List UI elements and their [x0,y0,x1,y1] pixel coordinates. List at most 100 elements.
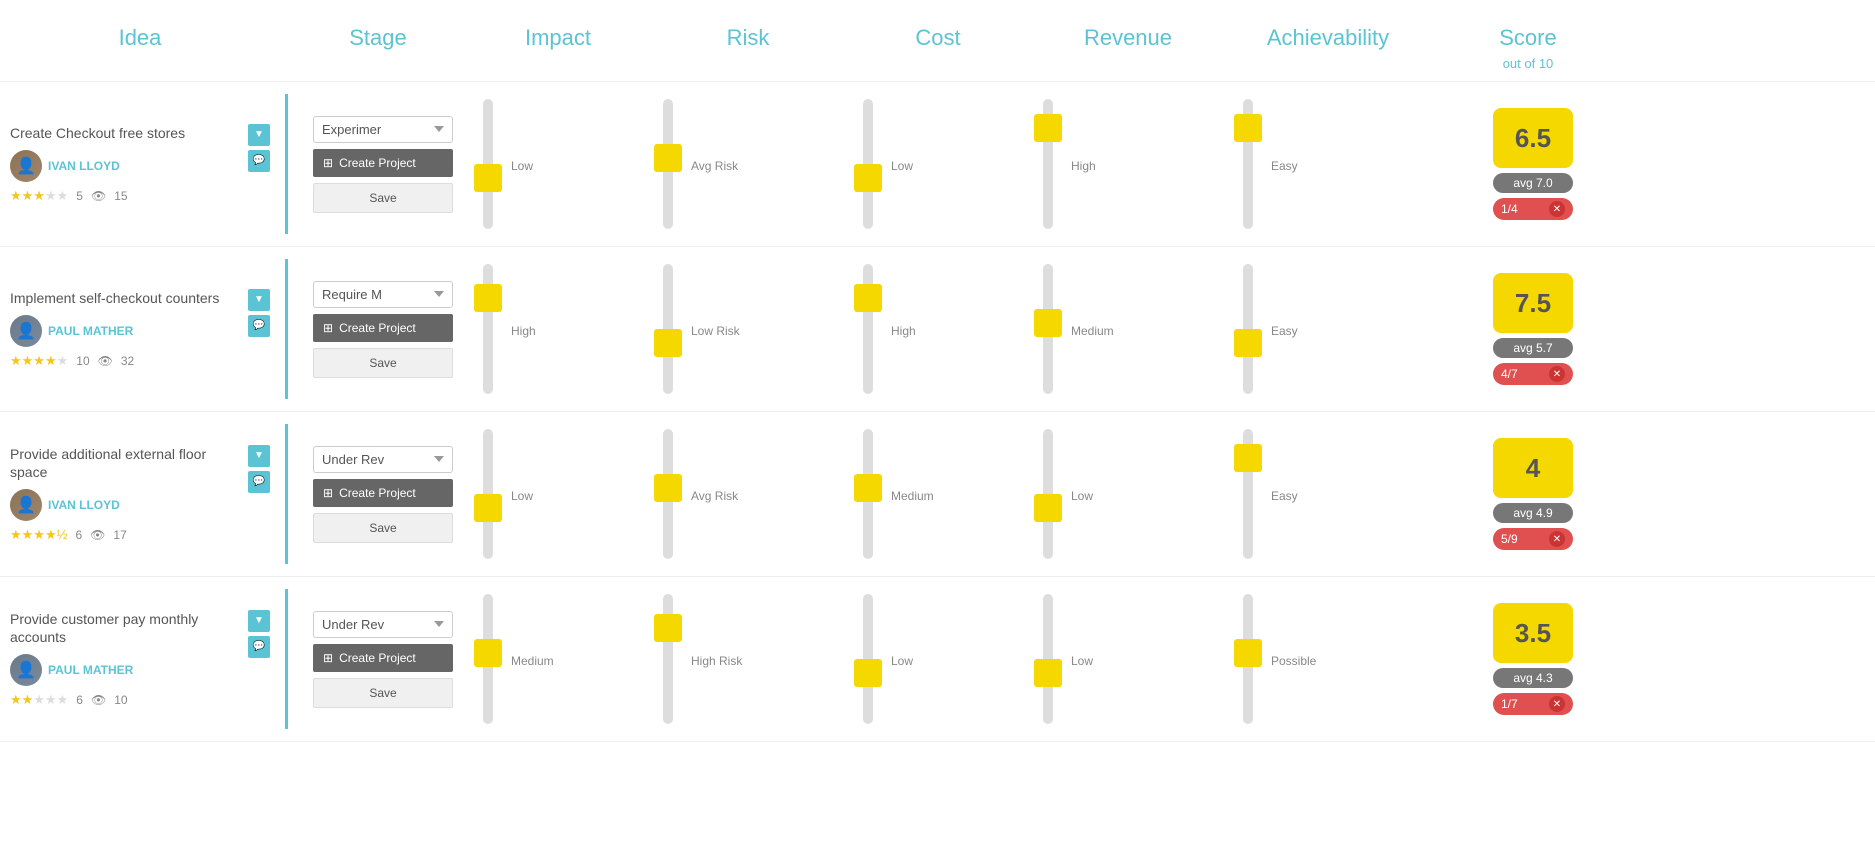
idea-btn-comment-3[interactable]: 💬 [248,471,270,493]
risk-slider-4[interactable] [653,594,683,724]
idea-meta-2: ★★★★★ 10 👁 32 [10,353,244,369]
cost-thumb-4[interactable] [854,659,882,687]
col-header-cost: Cost [848,10,1028,56]
risk-thumb-2[interactable] [654,329,682,357]
revenue-slider-4[interactable] [1033,594,1063,724]
stage-save-btn-1[interactable]: Save [313,183,453,213]
impact-slider-wrapper-3: Low [473,429,653,559]
impact-thumb-1[interactable] [474,164,502,192]
idea-btn-chevron-1[interactable]: ▼ [248,124,270,146]
cost-thumb-2[interactable] [854,284,882,312]
achievability-col-3: Easy [1233,429,1433,559]
idea-text-area-4: Provide customer pay monthly accounts 👤 … [10,610,244,708]
idea-buttons-2[interactable]: ▼ 💬 [248,289,270,337]
stage-create-btn-1[interactable]: ⊞ Create Project [313,149,453,177]
revenue-thumb-4[interactable] [1034,659,1062,687]
achievability-thumb-1[interactable] [1234,114,1262,142]
cost-thumb-1[interactable] [854,164,882,192]
risk-thumb-4[interactable] [654,614,682,642]
idea-buttons-3[interactable]: ▼ 💬 [248,445,270,493]
risk-label-3: Avg Risk [691,489,738,503]
impact-slider-4[interactable] [473,594,503,724]
risk-slider-wrapper-1: Avg Risk [653,99,853,229]
cost-slider-wrapper-2: High [853,264,1033,394]
revenue-slider-2[interactable] [1033,264,1063,394]
risk-label-1: Avg Risk [691,159,738,173]
idea-btn-chevron-2[interactable]: ▼ [248,289,270,311]
revenue-label-2: Medium [1071,324,1114,338]
achievability-slider-2[interactable] [1233,264,1263,394]
cost-slider-2[interactable] [853,264,883,394]
eye-icon-3: 👁 [90,528,105,542]
achievability-thumb-4[interactable] [1234,639,1262,667]
stage-create-btn-4[interactable]: ⊞ Create Project [313,644,453,672]
impact-slider-wrapper-1: Low [473,99,653,229]
idea-btn-chevron-3[interactable]: ▼ [248,445,270,467]
stage-create-btn-3[interactable]: ⊞ Create Project [313,479,453,507]
achievability-slider-wrapper-1: Easy [1233,99,1433,229]
eye-icon-1: 👁 [91,189,106,203]
revenue-slider-1[interactable] [1033,99,1063,229]
impact-slider-wrapper-4: Medium [473,594,653,724]
revenue-label-3: Low [1071,489,1093,503]
achievability-slider-3[interactable] [1233,429,1263,559]
stars-4: ★★★★★ [10,692,68,708]
idea-buttons-4[interactable]: ▼ 💬 [248,610,270,658]
risk-slider-3[interactable] [653,429,683,559]
cost-thumb-3[interactable] [854,474,882,502]
idea-btn-comment-1[interactable]: 💬 [248,150,270,172]
stage-save-btn-2[interactable]: Save [313,348,453,378]
cost-slider-1[interactable] [853,99,883,229]
impact-slider-3[interactable] [473,429,503,559]
revenue-thumb-1[interactable] [1034,114,1062,142]
stage-select-3[interactable]: Under Rev Experimenting Requires More [313,446,453,473]
risk-slider-2[interactable] [653,264,683,394]
stage-create-btn-2[interactable]: ⊞ Create Project [313,314,453,342]
impact-thumb-3[interactable] [474,494,502,522]
revenue-thumb-2[interactable] [1034,309,1062,337]
data-rows: Create Checkout free stores 👤 IVAN LLOYD… [0,82,1875,742]
impact-slider-2[interactable] [473,264,503,394]
impact-thumb-4[interactable] [474,639,502,667]
score-avg-2: avg 5.7 [1493,338,1573,358]
author-name-4: PAUL MATHER [48,663,133,677]
impact-col-2: High [473,264,653,394]
achievability-slider-1[interactable] [1233,99,1263,229]
score-col-4: 3.5 avg 4.3 1/7 ✕ [1433,603,1633,715]
revenue-thumb-3[interactable] [1034,494,1062,522]
achievability-thumb-3[interactable] [1234,444,1262,472]
score-avg-3: avg 4.9 [1493,503,1573,523]
stage-save-btn-3[interactable]: Save [313,513,453,543]
impact-slider-1[interactable] [473,99,503,229]
impact-label-4: Medium [511,654,554,668]
views-2: 32 [121,354,134,368]
idea-buttons-1[interactable]: ▼ 💬 [248,124,270,172]
risk-slider-wrapper-2: Low Risk [653,264,853,394]
stage-select-1[interactable]: Experimer Under Review Requires More [313,116,453,143]
revenue-slider-3[interactable] [1033,429,1063,559]
achievability-thumb-2[interactable] [1234,329,1262,357]
score-rank-x-2[interactable]: ✕ [1549,366,1565,382]
avatar-3: 👤 [10,489,42,521]
impact-thumb-2[interactable] [474,284,502,312]
risk-slider-1[interactable] [653,99,683,229]
score-rank-x-1[interactable]: ✕ [1549,201,1565,217]
idea-btn-comment-4[interactable]: 💬 [248,636,270,658]
risk-col-2: Low Risk [653,264,853,394]
achievability-slider-4[interactable] [1233,594,1263,724]
risk-thumb-1[interactable] [654,144,682,172]
idea-btn-chevron-4[interactable]: ▼ [248,610,270,632]
achievability-label-3: Easy [1271,489,1298,503]
cost-label-2: High [891,324,916,338]
risk-thumb-3[interactable] [654,474,682,502]
impact-col-1: Low [473,99,653,229]
stage-save-btn-4[interactable]: Save [313,678,453,708]
idea-btn-comment-2[interactable]: 💬 [248,315,270,337]
score-rank-x-3[interactable]: ✕ [1549,531,1565,547]
revenue-header-label: Revenue [1028,10,1228,56]
stage-select-2[interactable]: Require M Under Review Experimenting [313,281,453,308]
cost-slider-4[interactable] [853,594,883,724]
score-rank-x-4[interactable]: ✕ [1549,696,1565,712]
stage-select-4[interactable]: Under Rev Experimenting Requires More [313,611,453,638]
cost-slider-3[interactable] [853,429,883,559]
